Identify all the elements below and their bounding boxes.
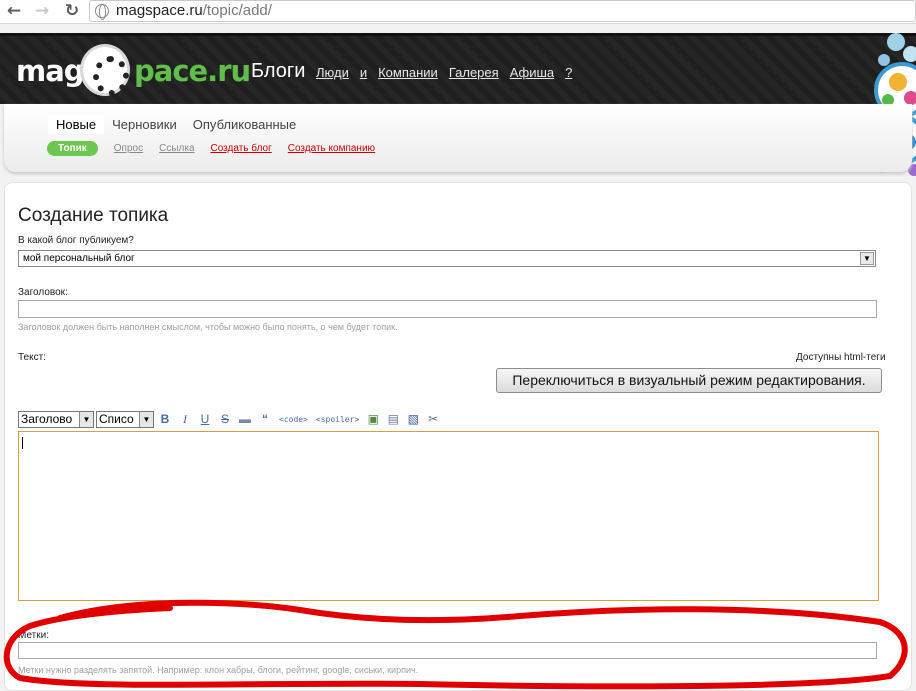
topic-type-pills: Топик Опрос Ссылка Создать блог Создать … [47,141,375,156]
heading-style-select[interactable]: Заголово ▼ [18,410,94,428]
tags-hint: Метки нужно разделять запятой. Например:… [18,665,419,675]
pill-topic[interactable]: Топик [47,141,98,156]
pill-poll[interactable]: Опрос [114,143,143,154]
tags-label: Метки: [18,630,49,641]
list-style-select[interactable]: Списо ▼ [96,410,154,428]
bold-icon[interactable]: B [156,412,174,426]
page-title: Создание топика [18,205,169,226]
forward-arrow-icon[interactable]: → [32,1,52,21]
list-style-value: Списо [99,411,134,426]
dropdown-arrow-icon: ▼ [79,411,93,427]
globe-icon [95,4,109,20]
logo-prefix[interactable]: mag [16,54,85,88]
nav-link-companies[interactable]: Компании [378,65,438,80]
reload-icon[interactable]: ↻ [62,1,82,21]
dropdown-arrow-icon: ▼ [139,411,153,427]
code-tag-button[interactable]: <code> [276,415,311,424]
dropdown-arrow-icon[interactable]: ▼ [860,252,874,265]
nav-link-and[interactable]: и [360,65,367,80]
create-blog-link[interactable]: Создать блог [211,143,272,154]
create-company-link[interactable]: Создать компанию [288,143,375,154]
underline-icon[interactable]: U [196,412,214,426]
visual-mode-button[interactable]: Переключиться в визуальный режим редакти… [496,368,882,393]
tags-input[interactable] [18,642,877,659]
address-bar[interactable]: magspace.ru/topic/add/ [89,0,916,22]
header-nav-links: Люди и Компании Галерея Афиша ? [316,65,572,80]
strikethrough-icon[interactable]: S [216,412,234,426]
editor-toolbar: Заголово ▼ Списо ▼ B I U S ▬ “ <code> <s… [18,409,442,429]
heading-label: Заголовок: [18,287,68,298]
cut-icon[interactable]: ✂ [424,412,442,426]
tab-new[interactable]: Новые [48,115,105,134]
pill-link[interactable]: Ссылка [159,143,194,154]
text-editor-area[interactable] [18,431,879,601]
heading-hint: Заголовок должен быть наполнен смыслом, … [18,322,398,332]
heading-style-value: Заголово [21,411,73,426]
image-icon[interactable]: ▣ [364,412,382,426]
blog-select-value: мой персональный блог [23,253,135,264]
logo-suffix[interactable]: pace.ru [134,54,251,88]
italic-icon[interactable]: I [176,412,194,427]
nav-link-gallery[interactable]: Галерея [449,65,499,80]
nav-blogs[interactable]: Блоги [251,60,305,83]
browser-toolbar: ← → ↻ magspace.ru/topic/add/ [0,0,916,24]
url-path: /topic/add/ [202,2,272,19]
floppy-icon[interactable]: ▧ [404,412,422,426]
blog-select-label: В какой блог публикуем? [18,235,134,246]
sub-navigation: Новые Черновики Опубликованные Топик Опр… [4,104,912,172]
heading-input[interactable] [18,300,877,318]
topic-tabs: Новые Черновики Опубликованные [48,115,304,134]
tab-drafts[interactable]: Черновики [104,115,185,134]
text-caret [22,437,23,449]
back-arrow-icon[interactable]: ← [4,1,24,21]
html-tags-note: Доступны html-теги [796,352,886,363]
quote-icon[interactable]: “ [256,412,274,426]
site-header: mag pace.ru Блоги Люди и Компании Галере… [0,33,916,104]
logo-emblem-icon[interactable] [80,44,130,96]
nav-link-people[interactable]: Люди [316,65,349,80]
url-host: magspace.ru [116,2,203,19]
nav-link-help[interactable]: ? [565,65,572,80]
text-label: Текст: [18,352,46,363]
hr-icon[interactable]: ▬ [236,412,254,426]
url-text: magspace.ru/topic/add/ [116,2,272,19]
spoiler-tag-button[interactable]: <spoiler> [313,415,362,424]
save-icon[interactable]: ▤ [384,412,402,426]
blog-select[interactable]: мой персональный блог ▼ [18,250,876,267]
tab-published[interactable]: Опубликованные [185,115,305,134]
nav-link-poster[interactable]: Афиша [510,65,554,80]
